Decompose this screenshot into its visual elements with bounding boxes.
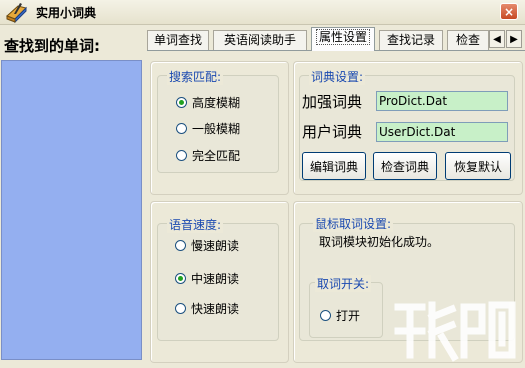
watermark-logo [394, 301, 516, 362]
tab-history[interactable]: 查找记录 [379, 30, 443, 50]
restore-default-button[interactable]: 恢复默认 [445, 152, 511, 180]
enhance-dict-label: 加强词典 [302, 93, 363, 111]
radio-icon [176, 150, 187, 161]
radio-selected-icon [176, 97, 187, 108]
tab-word-lookup[interactable]: 单词查找 [147, 30, 209, 50]
radio-icon [176, 123, 187, 134]
radio-icon [175, 303, 186, 314]
mouse-group-label: 鼠标取词设置: [313, 215, 394, 232]
title-bar: 实用小词典 × [0, 0, 525, 25]
user-dict-label: 用户词典 [302, 123, 363, 141]
capture-switch-label: 取词开关: [315, 275, 372, 292]
book-pen-icon [6, 3, 27, 24]
capture-status-text: 取词模块初始化成功。 [319, 235, 440, 249]
search-option-normal[interactable]: 一般模糊 [176, 120, 240, 137]
search-group-label: 搜索匹配: [167, 68, 224, 85]
user-dict-field[interactable]: UserDict.Dat [376, 122, 508, 142]
speech-group-label: 语音速度: [167, 216, 224, 233]
check-dict-button[interactable]: 检查词典 [373, 152, 437, 180]
speech-option-medium[interactable]: 中速朗读 [175, 270, 239, 287]
search-option-exact[interactable]: 完全匹配 [176, 147, 240, 164]
speech-option-fast[interactable]: 快速朗读 [175, 300, 239, 317]
speech-option-slow[interactable]: 慢速朗读 [175, 237, 239, 254]
tab-settings[interactable]: 属性设置 [311, 27, 375, 51]
window-title: 实用小词典 [36, 6, 97, 20]
close-icon: × [503, 4, 515, 19]
edit-dict-button[interactable]: 编辑词典 [302, 152, 366, 180]
radio-icon [175, 240, 186, 251]
radio-selected-icon [175, 273, 186, 284]
enhance-dict-field[interactable]: ProDict.Dat [376, 91, 508, 111]
dict-group-label: 词典设置: [309, 68, 366, 85]
tab-reading-assistant[interactable]: 英语阅读助手 [213, 30, 307, 50]
close-button[interactable]: × [500, 3, 518, 20]
found-words-label: 查找到的单词: [4, 37, 100, 55]
capture-switch-open[interactable]: 打开 [320, 307, 360, 324]
tab-scroll-right-icon[interactable]: ▶ [506, 30, 522, 48]
tab-check[interactable]: 检查 [447, 30, 489, 50]
search-option-high[interactable]: 高度模糊 [176, 94, 240, 111]
radio-icon [320, 310, 331, 321]
found-words-list[interactable] [1, 60, 142, 360]
tab-scroll-left-icon[interactable]: ◀ [489, 30, 505, 48]
